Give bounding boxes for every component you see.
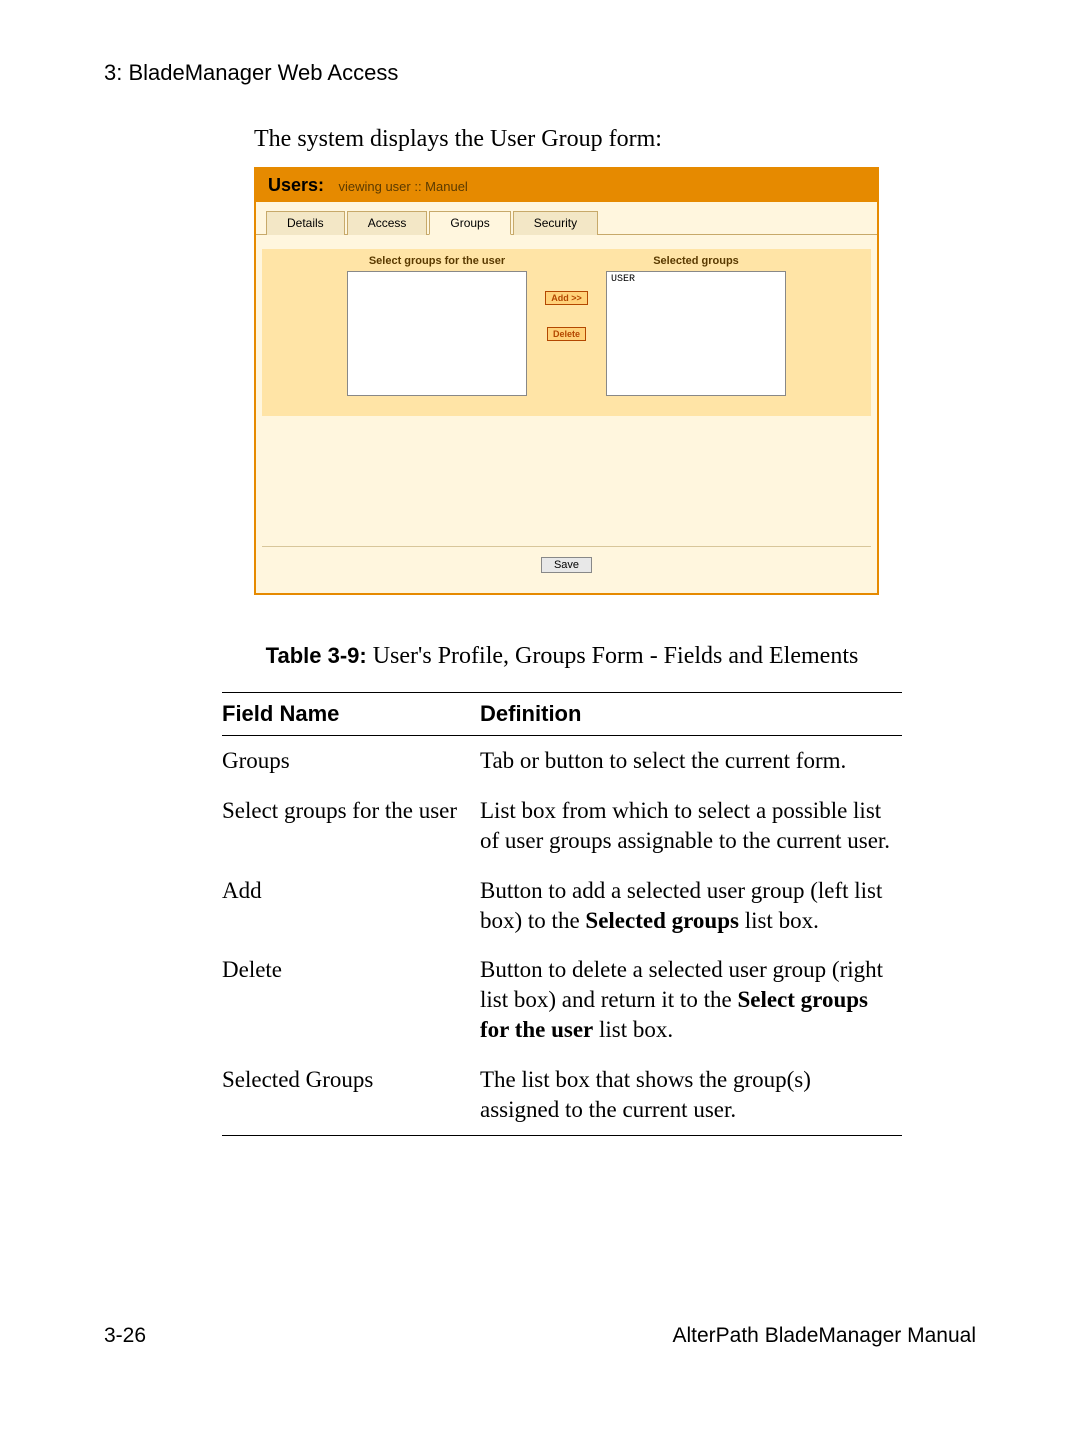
- available-groups-label: Select groups for the user: [347, 255, 527, 271]
- col-header-field: Field Name: [222, 693, 480, 736]
- chapter-heading: 3: BladeManager Web Access: [104, 60, 1080, 86]
- table-row: Add Button to add a selected user group …: [222, 866, 902, 946]
- definition-cell: Button to delete a selected user group (…: [480, 945, 902, 1055]
- tab-details[interactable]: Details: [266, 211, 345, 235]
- definition-cell: Button to add a selected user group (lef…: [480, 866, 902, 946]
- list-item[interactable]: USER: [611, 274, 781, 285]
- fields-table: Field Name Definition Groups Tab or butt…: [222, 692, 902, 1136]
- table-row: Delete Button to delete a selected user …: [222, 945, 902, 1055]
- col-header-definition: Definition: [480, 693, 902, 736]
- definition-cell: The list box that shows the group(s) ass…: [480, 1055, 902, 1135]
- tab-access[interactable]: Access: [347, 211, 428, 235]
- page-footer: 3-26 AlterPath BladeManager Manual: [0, 1324, 1080, 1348]
- panel-subtitle: viewing user :: Manuel: [328, 179, 467, 194]
- field-name-cell: Delete: [222, 945, 480, 1055]
- delete-button[interactable]: Delete: [547, 327, 586, 341]
- tab-groups[interactable]: Groups: [429, 211, 510, 235]
- field-name-cell: Add: [222, 866, 480, 946]
- tab-security[interactable]: Security: [513, 211, 598, 235]
- panel-body: Select groups for the user Add >> Delete…: [256, 234, 877, 593]
- page-number: 3-26: [104, 1324, 146, 1348]
- save-button[interactable]: Save: [541, 557, 592, 573]
- table-row: Groups Tab or button to select the curre…: [222, 736, 902, 786]
- table-title: User's Profile, Groups Form - Fields and…: [367, 643, 859, 669]
- selected-groups-listbox[interactable]: USER: [606, 271, 786, 396]
- field-name-cell: Select groups for the user: [222, 786, 480, 866]
- definition-cell: Tab or button to select the current form…: [480, 736, 902, 786]
- intro-text: The system displays the User Group form:: [254, 126, 1080, 153]
- panel-title: Users:: [268, 175, 324, 195]
- available-groups-listbox[interactable]: [347, 271, 527, 396]
- tab-strip: Details Access Groups Security: [256, 202, 877, 234]
- table-row: Selected Groups The list box that shows …: [222, 1055, 902, 1135]
- selected-groups-label: Selected groups: [606, 255, 786, 271]
- field-name-cell: Selected Groups: [222, 1055, 480, 1135]
- field-name-cell: Groups: [222, 736, 480, 786]
- table-row: Select groups for the user List box from…: [222, 786, 902, 866]
- user-group-form-screenshot: Users: viewing user :: Manuel Details Ac…: [254, 167, 879, 595]
- definition-cell: List box from which to select a possible…: [480, 786, 902, 866]
- table-number: Table 3-9:: [266, 643, 367, 668]
- add-button[interactable]: Add >>: [545, 291, 588, 305]
- manual-title: AlterPath BladeManager Manual: [672, 1324, 976, 1348]
- table-caption: Table 3-9: User's Profile, Groups Form -…: [222, 643, 902, 670]
